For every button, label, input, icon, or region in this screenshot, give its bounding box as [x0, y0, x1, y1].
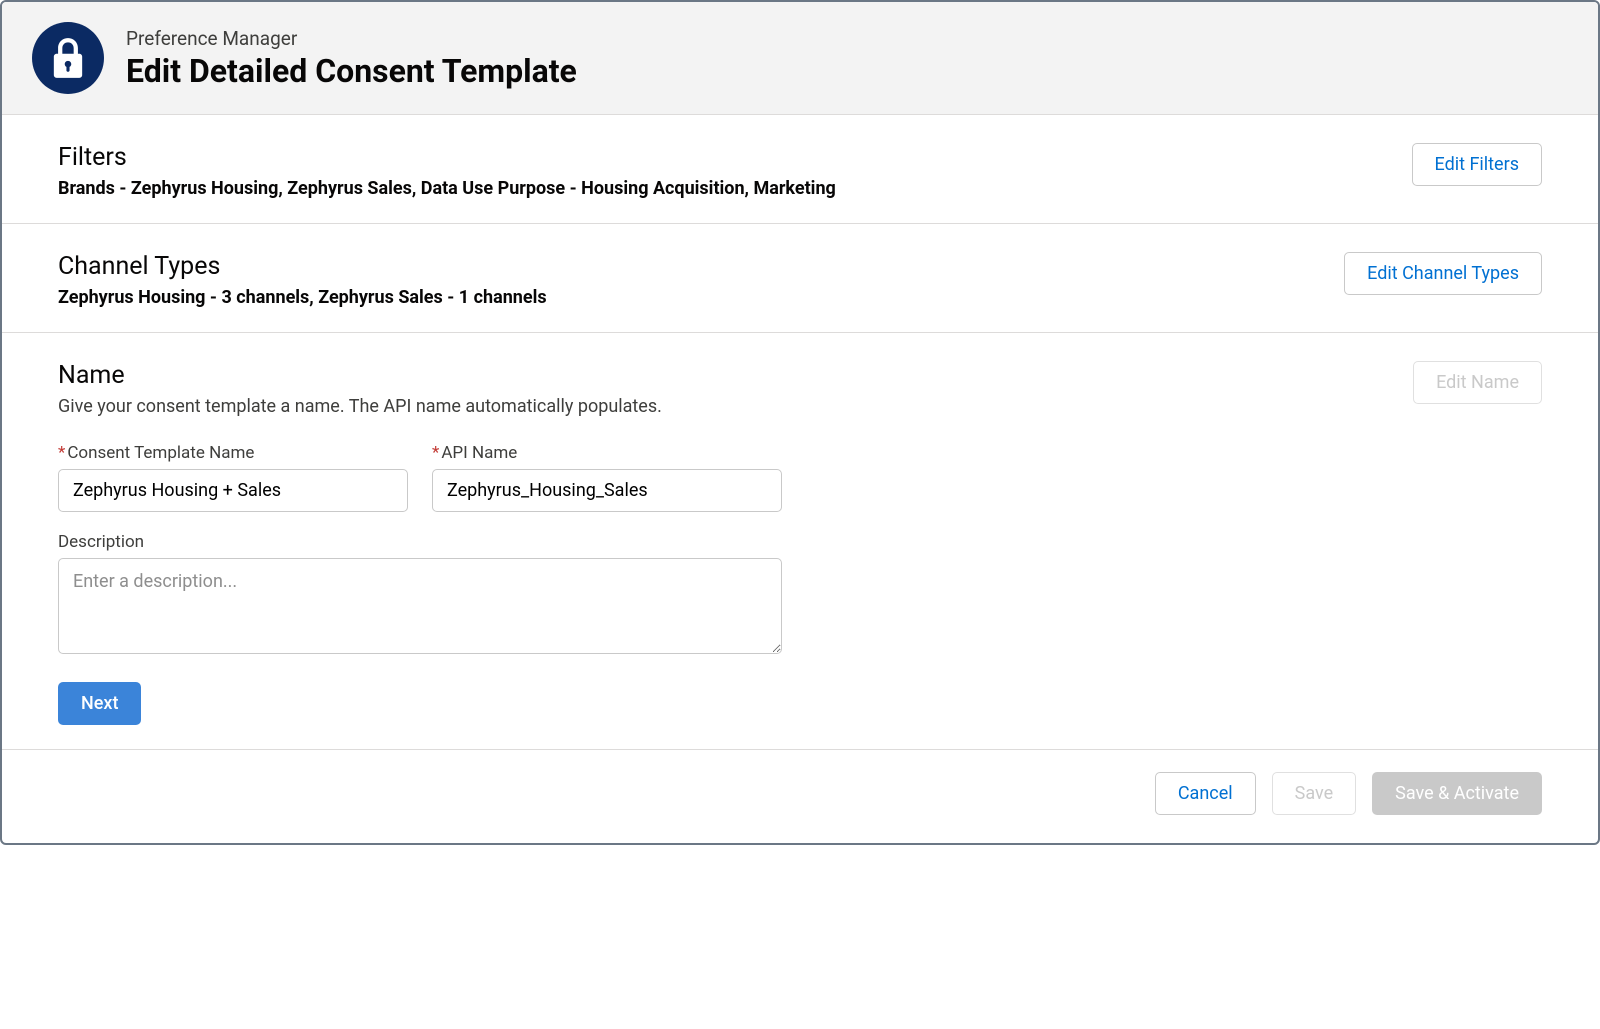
consent-template-name-label: *Consent Template Name: [58, 443, 408, 463]
next-button[interactable]: Next: [58, 682, 141, 725]
page-header: Preference Manager Edit Detailed Consent…: [2, 2, 1598, 115]
cancel-button[interactable]: Cancel: [1155, 772, 1256, 815]
channel-types-heading: Channel Types: [58, 252, 1320, 281]
filters-summary: Brands - Zephyrus Housing, Zephyrus Sale…: [58, 178, 1388, 199]
save-activate-button[interactable]: Save & Activate: [1372, 772, 1542, 815]
channel-types-section: Channel Types Zephyrus Housing - 3 chann…: [2, 224, 1598, 333]
save-button[interactable]: Save: [1272, 772, 1357, 815]
api-name-input[interactable]: [432, 469, 782, 512]
content: Filters Brands - Zephyrus Housing, Zephy…: [2, 115, 1598, 843]
description-input[interactable]: [58, 558, 782, 654]
channel-types-summary: Zephyrus Housing - 3 channels, Zephyrus …: [58, 287, 1320, 308]
name-heading: Name: [58, 361, 1389, 390]
required-star-icon: *: [58, 443, 65, 463]
consent-template-name-input[interactable]: [58, 469, 408, 512]
required-star-icon: *: [432, 443, 439, 463]
api-name-field: *API Name: [432, 443, 782, 512]
window: Preference Manager Edit Detailed Consent…: [0, 0, 1600, 845]
description-label: Description: [58, 532, 1542, 552]
description-field: Description: [58, 532, 1542, 654]
consent-template-name-field: *Consent Template Name: [58, 443, 408, 512]
edit-name-button: Edit Name: [1413, 361, 1542, 404]
header-text: Preference Manager Edit Detailed Consent…: [126, 27, 577, 90]
footer: Cancel Save Save & Activate: [2, 750, 1598, 843]
filters-heading: Filters: [58, 143, 1388, 172]
edit-filters-button[interactable]: Edit Filters: [1412, 143, 1542, 186]
api-name-label: *API Name: [432, 443, 782, 463]
header-eyebrow: Preference Manager: [126, 27, 577, 50]
edit-channel-types-button[interactable]: Edit Channel Types: [1344, 252, 1542, 295]
page-title: Edit Detailed Consent Template: [126, 52, 577, 90]
name-section: Name Give your consent template a name. …: [2, 333, 1598, 750]
name-description: Give your consent template a name. The A…: [58, 396, 1389, 417]
lock-icon: [32, 22, 104, 94]
filters-section: Filters Brands - Zephyrus Housing, Zephy…: [2, 115, 1598, 224]
